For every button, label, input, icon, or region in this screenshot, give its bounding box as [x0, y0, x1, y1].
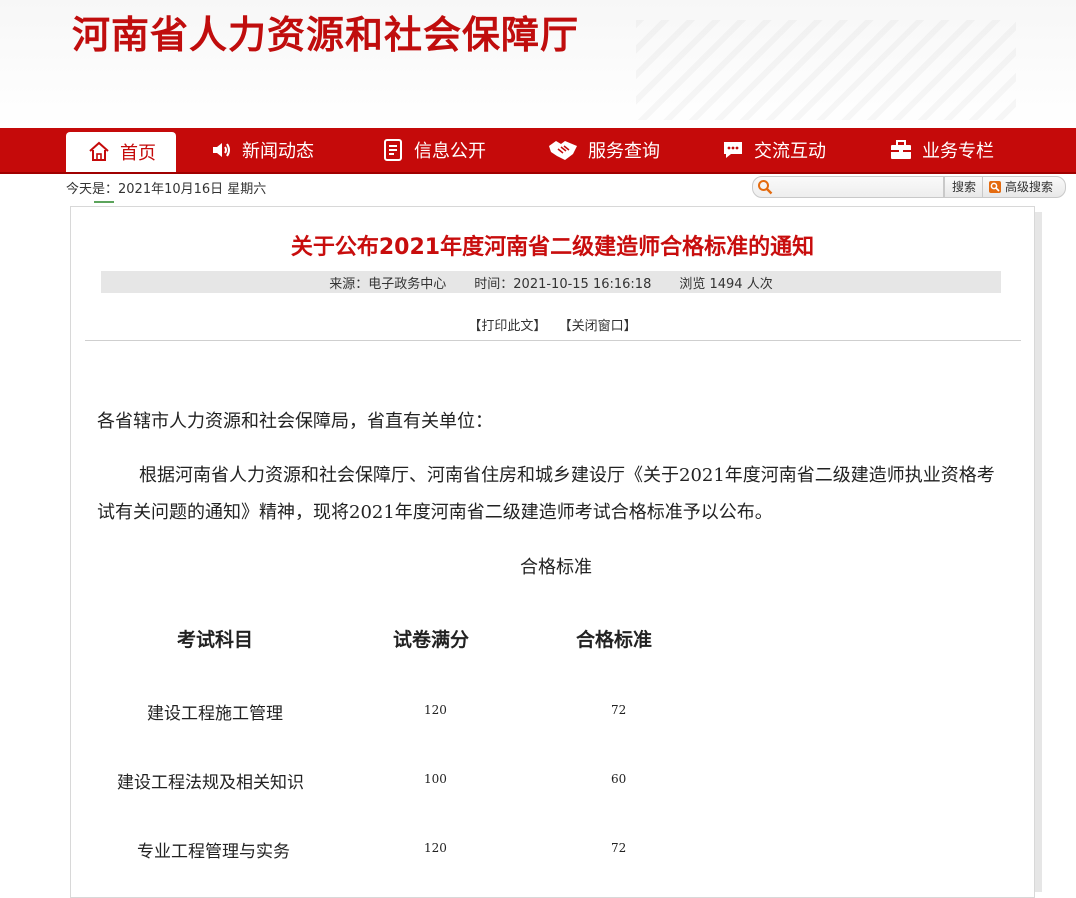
- table-cell-pass-score: 72: [611, 841, 627, 855]
- table-cell-full-score: 120: [424, 703, 447, 717]
- accent-mark: [94, 201, 114, 203]
- nav-item-label: 信息公开: [414, 141, 486, 162]
- advanced-search-icon: [989, 181, 1001, 193]
- nav-item-business[interactable]: 业务专栏: [888, 128, 994, 172]
- nav-item-label: 新闻动态: [242, 141, 314, 162]
- nav-item-home[interactable]: 首页: [66, 132, 176, 172]
- search-bar: 搜索 高级搜索: [752, 176, 1066, 198]
- advanced-search-button[interactable]: 高级搜索: [982, 176, 1066, 198]
- home-icon: [86, 139, 112, 165]
- handshake-icon: [546, 137, 580, 163]
- article-panel: 关于公布2021年度河南省二级建造师合格标准的通知 来源：电子政务中心 时间：2…: [70, 206, 1035, 898]
- advanced-search-label: 高级搜索: [1005, 180, 1054, 194]
- nav-item-info[interactable]: 信息公开: [380, 128, 486, 172]
- table-cell-pass-score: 72: [611, 703, 627, 717]
- chat-icon: [720, 137, 746, 163]
- nav-item-label: 首页: [120, 143, 156, 164]
- article-meta: 来源：电子政务中心 时间：2021-10-15 16:16:18 浏览 1494…: [101, 271, 1001, 293]
- close-window-button[interactable]: 【关闭窗口】: [559, 319, 637, 334]
- table-header-full-score: 试卷满分: [393, 629, 470, 651]
- article-time: 时间：2021-10-15 16:16:18: [474, 276, 652, 292]
- nav-item-label: 服务查询: [588, 141, 660, 162]
- table-cell-pass-score: 60: [611, 772, 627, 786]
- document-icon: [380, 137, 406, 163]
- article-source: 来源：电子政务中心: [329, 276, 447, 292]
- table-header-pass-score: 合格标准: [576, 629, 653, 651]
- table-cell-subject: 专业工程管理与实务: [137, 842, 290, 862]
- table-cell-subject: 建设工程施工管理: [147, 704, 283, 724]
- table-cell-subject: 建设工程法规及相关知识: [117, 773, 304, 793]
- site-header: 河南省人力资源和社会保障厅: [0, 0, 1076, 128]
- article-paragraph: 根据河南省人力资源和社会保障厅、河南省住房和城乡建设厅《关于2021年度河南省二…: [97, 465, 995, 523]
- nav-item-label: 交流互动: [754, 141, 826, 162]
- search-input[interactable]: [752, 176, 944, 198]
- main-nav: 首页 新闻动态 信息公开 服务查询 交流互动 业务专栏: [0, 128, 1076, 174]
- article-tools: 【打印此文】 【关闭窗口】: [71, 315, 1034, 334]
- nav-item-service[interactable]: 服务查询: [546, 128, 660, 172]
- header-decoration: [636, 20, 1016, 120]
- article-views: 浏览 1494 人次: [679, 276, 773, 292]
- print-button[interactable]: 【打印此文】: [468, 319, 546, 334]
- table-subtitle: 合格标准: [520, 557, 592, 578]
- nav-item-label: 业务专栏: [922, 141, 994, 162]
- speaker-icon: [208, 137, 234, 163]
- search-icon: [758, 180, 773, 195]
- nav-item-news[interactable]: 新闻动态: [208, 128, 314, 172]
- site-title: 河南省人力资源和社会保障厅: [72, 13, 580, 57]
- article-salutation: 各省辖市人力资源和社会保障局，省直有关单位：: [97, 411, 493, 432]
- briefcase-icon: [888, 137, 914, 163]
- table-header-subject: 考试科目: [177, 629, 254, 651]
- table-cell-full-score: 100: [424, 772, 447, 786]
- search-button[interactable]: 搜索: [944, 176, 984, 198]
- panel-shadow: [1034, 212, 1042, 892]
- table-cell-full-score: 120: [424, 841, 447, 855]
- nav-item-interaction[interactable]: 交流互动: [720, 128, 826, 172]
- article-title: 关于公布2021年度河南省二级建造师合格标准的通知: [290, 235, 815, 260]
- divider: [85, 340, 1021, 341]
- today-date: 今天是：2021年10月16日 星期六: [66, 182, 267, 197]
